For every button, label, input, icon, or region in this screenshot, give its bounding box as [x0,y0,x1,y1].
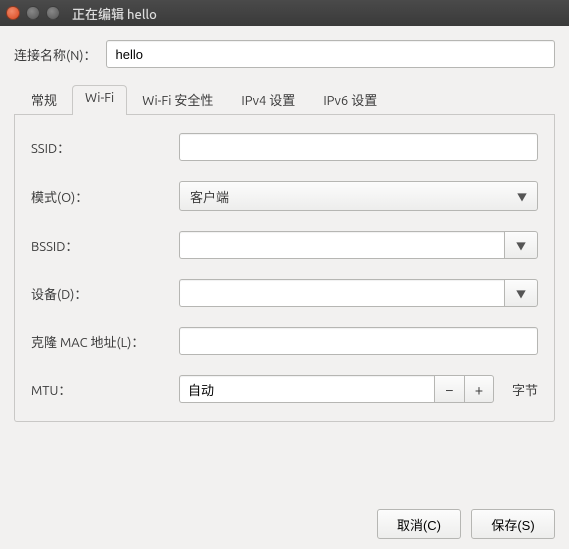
ssid-input[interactable] [179,133,538,161]
connection-name-label: 连接名称(N)： [14,45,96,64]
bssid-input[interactable] [179,231,504,259]
tab-ipv4[interactable]: IPv4 设置 [228,84,308,114]
mode-value: 客户端 [190,187,229,206]
mtu-unit-label: 字节 [502,380,538,399]
connection-name-input[interactable] [106,40,555,68]
cancel-button[interactable]: 取消(C) [377,509,461,539]
device-label: 设备(D)： [31,284,171,303]
chevron-down-icon: ▼ [516,238,526,253]
clone-mac-label: 克隆 MAC 地址(L)： [31,332,171,351]
maximize-icon[interactable] [46,6,60,20]
ssid-label: SSID： [31,138,171,157]
device-combo[interactable]: ▼ [179,279,538,307]
mtu-decrement-button[interactable]: − [434,375,464,403]
mtu-spinner: − + [179,375,494,403]
bssid-combo[interactable]: ▼ [179,231,538,259]
chevron-down-icon: ▼ [516,286,526,301]
mtu-input[interactable] [179,375,434,403]
tab-general[interactable]: 常规 [18,84,70,114]
bssid-dropdown-button[interactable]: ▼ [504,231,538,259]
tab-wifi[interactable]: Wi-Fi [72,85,127,115]
tab-bar: 常规 Wi-Fi Wi-Fi 安全性 IPv4 设置 IPv6 设置 [14,84,555,115]
minimize-icon[interactable] [26,6,40,20]
tab-panel-wifi: SSID： 模式(O)： 客户端 ▼ BSSID： ▼ 设备(D)： ▼ 克隆 … [14,115,555,422]
tab-wifi-security[interactable]: Wi-Fi 安全性 [129,84,226,114]
clone-mac-input[interactable] [179,327,538,355]
connection-name-row: 连接名称(N)： [14,40,555,68]
dialog-footer: 取消(C) 保存(S) [14,499,555,539]
device-dropdown-button[interactable]: ▼ [504,279,538,307]
mode-select[interactable]: 客户端 ▼ [179,181,538,211]
mode-label: 模式(O)： [31,187,171,206]
save-button[interactable]: 保存(S) [471,509,555,539]
close-icon[interactable] [6,6,20,20]
chevron-down-icon: ▼ [517,189,527,204]
mtu-increment-button[interactable]: + [464,375,494,403]
mtu-label: MTU： [31,380,171,399]
titlebar: 正在编辑 hello [0,0,569,26]
device-input[interactable] [179,279,504,307]
tab-ipv6[interactable]: IPv6 设置 [310,84,390,114]
bssid-label: BSSID： [31,236,171,255]
window-body: 连接名称(N)： 常规 Wi-Fi Wi-Fi 安全性 IPv4 设置 IPv6… [0,26,569,549]
window-title: 正在编辑 hello [72,4,157,23]
